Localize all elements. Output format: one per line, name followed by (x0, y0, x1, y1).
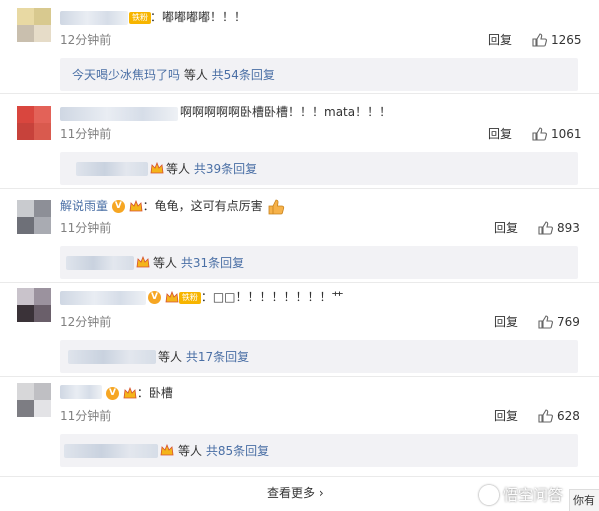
watermark-text: 悟空问答 (502, 486, 563, 504)
like-count: 769 (557, 315, 580, 329)
sub-reply-count-link[interactable]: 共39条回复 (194, 162, 257, 176)
reply-button[interactable]: 回复 (488, 33, 512, 47)
comment-time: 11分钟前 (60, 409, 112, 423)
fan-badge: 铁粉 (129, 12, 151, 24)
sub-reply-count-link[interactable]: 共54条回复 (212, 68, 275, 82)
sub-replies[interactable]: 等人 共39条回复 (60, 152, 578, 185)
comment-text: ：□□！！！！！！！！艹 (200, 290, 344, 304)
comment-time: 12分钟前 (60, 33, 112, 47)
sub-reply-users-blurred (64, 444, 158, 458)
sub-replies[interactable]: 等人 共85条回复 (60, 434, 578, 467)
sub-replies[interactable]: 等人 共17条回复 (60, 340, 578, 373)
watermark: 悟空问答 (478, 484, 563, 505)
username-blurred[interactable] (60, 11, 128, 25)
reply-button[interactable]: 回复 (494, 409, 518, 423)
like-count: 893 (557, 221, 580, 235)
sub-reply-users-blurred (68, 350, 156, 364)
sub-reply-middle: 等人 (178, 444, 206, 458)
username[interactable]: 解说雨童 (60, 199, 108, 213)
comment-text: 啊啊啊啊啊卧槽卧槽！！！mata！！！ (180, 105, 392, 119)
reply-button[interactable]: 回复 (494, 315, 518, 329)
comment-time: 11分钟前 (60, 127, 112, 141)
sub-replies[interactable]: 今天喝少冰焦玛了吗 等人 共54条回复 (60, 58, 578, 91)
comment-time: 12分钟前 (60, 315, 112, 329)
view-more-button[interactable]: 查看更多 › (267, 486, 324, 500)
crown-icon (150, 162, 164, 174)
thumb-up-icon (532, 127, 547, 141)
crown-icon (123, 387, 137, 399)
comment-text: ：龟龟，这可有点厉害 (142, 199, 263, 213)
comment-text: ：嘟嘟嘟嘟！！！ (150, 10, 247, 24)
avatar[interactable] (17, 383, 51, 417)
crown-icon (136, 256, 150, 268)
thumbs-emoji-icon (268, 199, 284, 214)
username-blurred[interactable] (60, 107, 178, 121)
sub-reply-user[interactable]: 今天喝少冰焦玛了吗 (72, 68, 180, 82)
like-button[interactable]: 628 (538, 409, 580, 423)
sub-reply-count-link[interactable]: 共17条回复 (186, 350, 249, 364)
like-button[interactable]: 769 (538, 315, 580, 329)
like-button[interactable]: 1265 (532, 33, 582, 47)
divider (0, 188, 599, 189)
corner-popup[interactable]: 你有 (569, 489, 599, 511)
avatar[interactable] (17, 200, 51, 234)
like-count: 628 (557, 409, 580, 423)
like-count: 1061 (551, 127, 582, 141)
avatar[interactable] (17, 106, 51, 140)
like-count: 1265 (551, 33, 582, 47)
sub-reply-middle: 等人 (158, 350, 186, 364)
verified-v-icon: V (148, 291, 161, 304)
thumb-up-icon (538, 315, 553, 329)
thumb-up-icon (538, 409, 553, 423)
sub-replies[interactable]: 等人 共31条回复 (60, 246, 578, 279)
crown-icon (160, 444, 174, 456)
sub-reply-middle: 等人 (153, 256, 181, 270)
sub-reply-users-blurred (66, 256, 134, 270)
avatar[interactable] (17, 288, 51, 322)
reply-button[interactable]: 回复 (488, 127, 512, 141)
fan-badge: 铁粉 (178, 291, 201, 304)
sub-reply-count-link[interactable]: 共85条回复 (206, 444, 269, 458)
thumb-up-icon (538, 221, 553, 235)
username-blurred[interactable] (60, 291, 146, 305)
sub-reply-users-blurred (76, 162, 148, 176)
divider (0, 476, 599, 477)
comment-time: 11分钟前 (60, 221, 112, 235)
sub-reply-middle: 等人 (166, 162, 194, 176)
comment-text: ：卧槽 (136, 386, 173, 400)
crown-icon (129, 200, 143, 212)
sub-reply-middle: 等人 (180, 68, 212, 82)
verified-v-icon: V (111, 200, 125, 213)
username-blurred[interactable] (60, 385, 102, 399)
like-button[interactable]: 893 (538, 221, 580, 235)
sub-reply-count-link[interactable]: 共31条回复 (181, 256, 244, 270)
divider (0, 282, 599, 283)
divider (0, 93, 599, 94)
avatar[interactable] (17, 8, 51, 42)
crown-icon (165, 291, 179, 303)
verified-v-icon: V (106, 387, 119, 400)
reply-button[interactable]: 回复 (494, 221, 518, 235)
divider (0, 376, 599, 377)
like-button[interactable]: 1061 (532, 127, 582, 141)
thumb-up-icon (532, 33, 547, 47)
watermark-logo-icon (478, 484, 499, 505)
